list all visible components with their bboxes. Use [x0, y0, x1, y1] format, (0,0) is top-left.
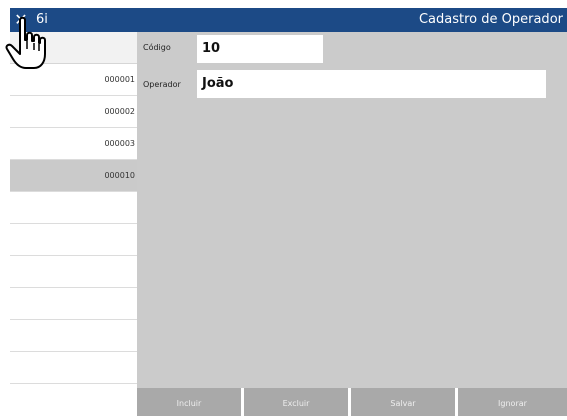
- list-item-empty[interactable]: [10, 320, 137, 352]
- hand-pointer-icon: [5, 16, 46, 69]
- list-item-empty[interactable]: [10, 192, 137, 224]
- list-item-empty[interactable]: [10, 288, 137, 320]
- list-item-empty[interactable]: [10, 224, 137, 256]
- list-item-empty[interactable]: [10, 352, 137, 384]
- incluir-button[interactable]: Incluir: [137, 388, 241, 416]
- salvar-button[interactable]: Salvar: [351, 388, 455, 416]
- detail-panel: Código 10 Operador João: [137, 32, 567, 388]
- list-item-code: 000001: [104, 75, 135, 84]
- operator-list: 000001 000002 000003 000010: [10, 32, 137, 416]
- ignorar-button[interactable]: Ignorar: [458, 388, 567, 416]
- list-item-selected[interactable]: 000010: [10, 160, 137, 192]
- excluir-button[interactable]: Excluir: [244, 388, 348, 416]
- window-title: Cadastro de Operador: [418, 12, 563, 27]
- list-item-code: 000003: [104, 139, 135, 148]
- codigo-label: Código: [143, 43, 171, 52]
- list-item-empty[interactable]: [10, 256, 137, 288]
- list-item[interactable]: 000002: [10, 96, 137, 128]
- codigo-field[interactable]: 10: [197, 35, 323, 63]
- list-item[interactable]: 000003: [10, 128, 137, 160]
- title-bar: ✕ 6i Cadastro de Operador: [10, 8, 567, 32]
- operador-field[interactable]: João: [197, 70, 546, 98]
- list-item-code: 000010: [104, 171, 135, 180]
- list-item-code: 000002: [104, 107, 135, 116]
- operador-label: Operador: [143, 80, 181, 89]
- action-bar: Incluir Excluir Salvar Ignorar: [137, 388, 567, 416]
